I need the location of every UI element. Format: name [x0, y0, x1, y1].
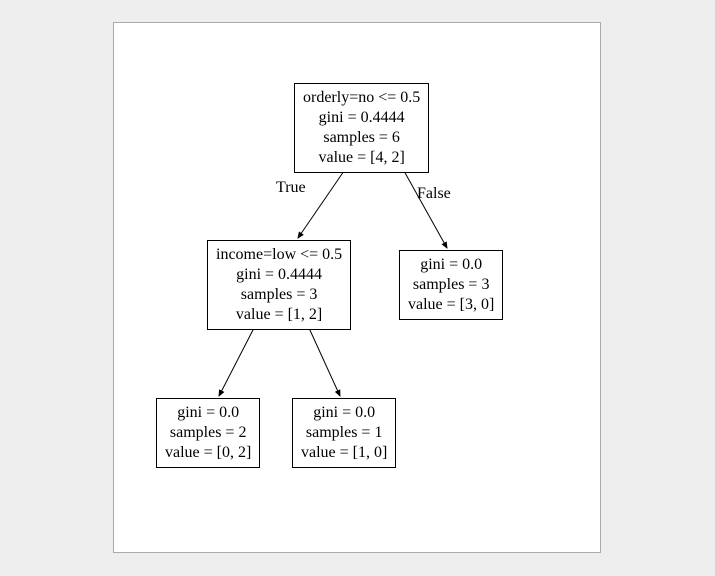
node-text: value = [3, 0]: [408, 295, 494, 315]
node-text: samples = 6: [303, 128, 420, 148]
tree-node-left: income=low <= 0.5 gini = 0.4444 samples …: [207, 240, 351, 330]
tree-node-right: gini = 0.0 samples = 3 value = [3, 0]: [399, 250, 503, 320]
node-text: income=low <= 0.5: [216, 245, 342, 265]
node-text: gini = 0.0: [165, 403, 251, 423]
node-text: gini = 0.4444: [303, 108, 420, 128]
node-text: value = [1, 0]: [301, 443, 387, 463]
node-text: orderly=no <= 0.5: [303, 88, 420, 108]
node-text: samples = 1: [301, 423, 387, 443]
node-text: gini = 0.0: [301, 403, 387, 423]
node-text: gini = 0.4444: [216, 265, 342, 285]
tree-node-root: orderly=no <= 0.5 gini = 0.4444 samples …: [294, 83, 429, 173]
node-text: samples = 3: [216, 285, 342, 305]
node-text: samples = 2: [165, 423, 251, 443]
tree-node-left-left: gini = 0.0 samples = 2 value = [0, 2]: [156, 398, 260, 468]
node-text: gini = 0.0: [408, 255, 494, 275]
node-text: value = [0, 2]: [165, 443, 251, 463]
node-text: samples = 3: [408, 275, 494, 295]
node-text: value = [1, 2]: [216, 305, 342, 325]
edge-label-false: False: [417, 185, 451, 203]
node-text: value = [4, 2]: [303, 148, 420, 168]
tree-diagram: True False orderly=no <= 0.5 gini = 0.44…: [113, 22, 601, 553]
tree-node-left-right: gini = 0.0 samples = 1 value = [1, 0]: [292, 398, 396, 468]
edge-label-true: True: [276, 179, 306, 197]
